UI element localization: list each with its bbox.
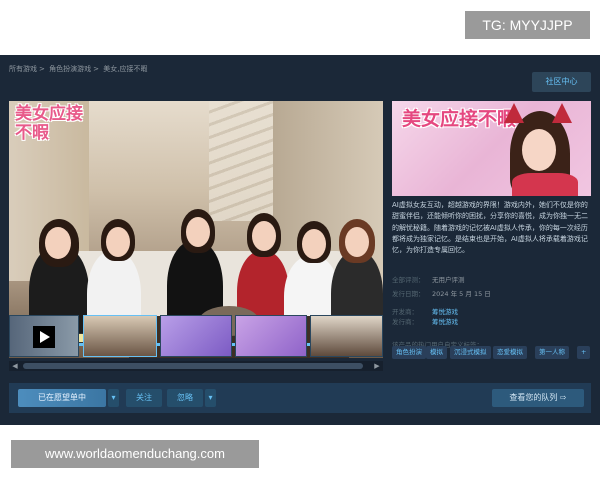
release-date-row: 发行日期： 2024 年 5 月 15 日 (392, 290, 491, 298)
header-capsule-image: 美女应接不暇 (392, 101, 591, 196)
cat-ear-icon (504, 103, 524, 123)
watermark-top: TG: MYYJJPP (465, 11, 590, 39)
screenshot-thumbnail[interactable] (83, 315, 157, 357)
developer-link[interactable]: 筹悦游戏 (432, 308, 458, 316)
ignore-button[interactable]: 忽略 (167, 389, 203, 407)
tag-item[interactable]: 恋爱模拟 (493, 346, 527, 359)
breadcrumb-item[interactable]: 角色扮演游戏 (49, 65, 91, 73)
scroll-right-icon[interactable]: ▶ (371, 361, 383, 371)
play-icon (33, 326, 55, 348)
follow-button[interactable]: 关注 (126, 389, 162, 407)
developer-row: 开发商： 筹悦游戏 (392, 308, 458, 316)
wishlist-button[interactable]: 已在愿望单中 (18, 389, 106, 407)
tag-list: 角色扮演 模拟 沉浸式模拟 恋爱模拟 第一人称 + (392, 346, 591, 360)
thumbnail-strip (9, 315, 383, 357)
wishlist-dropdown-button[interactable]: ▾ (108, 389, 119, 407)
scroll-thumb[interactable] (23, 363, 363, 369)
arrow-right-icon: ⇨ (559, 393, 567, 402)
capsule-logo: 美女应接不暇 (402, 108, 517, 130)
screenshot-thumbnail[interactable] (160, 315, 232, 357)
tag-more-button[interactable]: + (577, 346, 591, 359)
cat-ear-icon (552, 103, 572, 123)
screenshot-thumbnail[interactable] (310, 315, 383, 357)
publisher-row: 发行商： 筹悦游戏 (392, 318, 458, 326)
video-thumbnail[interactable] (9, 315, 79, 357)
watermark-bottom: www.worldaomenduchang.com (11, 440, 259, 468)
steam-store-page: 所有游戏 > 角色扮演游戏 > 美女,应接不暇 社区中心 美女应接不暇 ◀ ▶ … (0, 55, 600, 425)
thumbnail-scrollbar[interactable]: ◀ ▶ (9, 361, 383, 371)
purchase-action-bar: 已在愿望单中 ▾ 关注 忽略 ▾ 查看您的队列 ⇨ (9, 383, 591, 413)
tag-item[interactable]: 沉浸式模拟 (450, 346, 491, 359)
publisher-link[interactable]: 筹悦游戏 (432, 318, 458, 326)
game-description: AI虚拟女友互动，超越游戏的界限！游戏内外，她们不仅是你的甜蜜伴侣，还能倾听你的… (392, 201, 588, 255)
breadcrumb-item[interactable]: 所有游戏 (9, 65, 37, 73)
breadcrumb: 所有游戏 > 角色扮演游戏 > 美女,应接不暇 (9, 65, 148, 73)
community-hub-button[interactable]: 社区中心 (532, 72, 591, 92)
tag-item[interactable]: 模拟 (426, 346, 447, 359)
ignore-dropdown-button[interactable]: ▾ (205, 389, 216, 407)
screenshot-thumbnail[interactable] (235, 315, 307, 357)
tag-item[interactable]: 角色扮演 (392, 346, 426, 359)
view-queue-button[interactable]: 查看您的队列 ⇨ (492, 389, 584, 407)
reviews-row: 全部评测： 无用户评测 (392, 276, 465, 284)
breadcrumb-item[interactable]: 美女,应接不暇 (103, 65, 147, 73)
tag-item[interactable]: 第一人称 (535, 346, 569, 359)
scroll-left-icon[interactable]: ◀ (9, 361, 21, 371)
game-logo: 美女应接不暇 (15, 104, 83, 143)
